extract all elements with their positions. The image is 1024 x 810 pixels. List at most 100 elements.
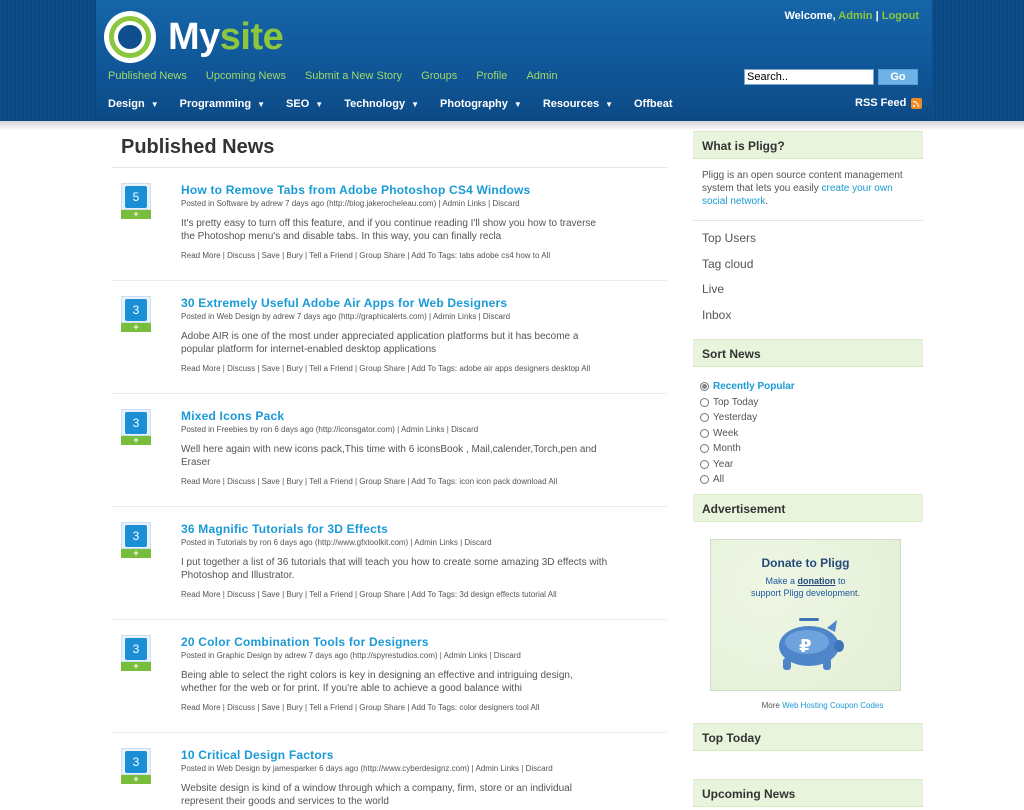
category-seo[interactable]: SEO ▼ (286, 98, 323, 110)
rss-feed-link[interactable]: RSS Feed (855, 97, 923, 109)
radio-icon (700, 397, 709, 407)
story-description: Adobe AIR is one of the most under appre… (181, 331, 579, 355)
ad-more-line: More Web Hosting Coupon Codes (761, 700, 884, 710)
story-description: Being able to select the right colors is… (181, 670, 573, 694)
story-description: I put together a list of 36 tutorials th… (181, 557, 608, 581)
vote-count: 5 (125, 185, 147, 208)
chevron-down-icon: ▼ (315, 99, 324, 109)
welcome-bar: Welcome, Admin | Logout (784, 10, 919, 22)
chevron-down-icon: ▼ (605, 99, 613, 109)
chevron-down-icon: ▼ (257, 99, 266, 109)
vote-button[interactable]: + (121, 775, 151, 784)
radio-icon (700, 475, 709, 485)
logout-link[interactable]: Logout (882, 10, 919, 22)
donate-heading: Donate to Pligg (761, 555, 850, 570)
story-meta: Posted in Web Design by adrew 7 days ago… (181, 312, 511, 321)
main-content: Published News 5 + How to Remove Tabs fr… (112, 128, 667, 810)
nav-submit-story[interactable]: Submit a New Story (305, 70, 402, 82)
category-nav: Design ▼ Programming ▼ SEO ▼ Technology ▼ Ph… (108, 98, 694, 110)
donation-link[interactable]: donation (798, 576, 836, 586)
vote-count: 3 (125, 637, 147, 660)
story-meta: Posted in Freebies by ron 6 days ago (ht… (181, 425, 479, 434)
story-title-link[interactable]: 30 Extremely Useful Adobe Air Apps for W… (181, 296, 661, 310)
sidebar: What is Pligg? Pligg is an open source c… (693, 131, 923, 807)
sidebar-link-inbox[interactable]: Inbox (702, 308, 914, 334)
vote-button[interactable]: + (121, 549, 151, 558)
sort-option-recently-popular[interactable]: Recently Popular (700, 379, 916, 395)
story-meta: Posted in Software by adrew 7 days ago (… (181, 199, 520, 208)
category-photography[interactable]: Photography ▼ (440, 98, 522, 110)
web-hosting-coupon-link[interactable]: Web Hosting Coupon Codes (782, 701, 883, 710)
search-input[interactable] (744, 69, 874, 85)
story-title-link[interactable]: 10 Critical Design Factors (181, 748, 661, 762)
sort-option-all[interactable]: All (700, 472, 916, 488)
chevron-down-icon: ▼ (150, 99, 159, 109)
sort-option-week[interactable]: Week (700, 426, 916, 442)
story-actions[interactable]: Read More | Discuss | Save | Bury | Tell… (181, 363, 661, 375)
vote-button[interactable]: + (121, 323, 151, 332)
story-meta: Posted in Tutorials by ron 6 days ago (h… (181, 538, 492, 547)
sort-option-year[interactable]: Year (700, 457, 916, 473)
story-description: Website design is kind of a window throu… (181, 783, 572, 807)
nav-published-news[interactable]: Published News (108, 70, 187, 82)
radio-icon (700, 428, 709, 438)
story-title-link[interactable]: 36 Magnific Tutorials for 3D Effects (181, 522, 661, 536)
sidebar-link-top-users[interactable]: Top Users (702, 231, 914, 257)
story-meta: Posted in Graphic Design by adrew 7 days… (181, 651, 521, 660)
story-title-link[interactable]: How to Remove Tabs from Adobe Photoshop … (181, 183, 661, 197)
story-actions[interactable]: Read More | Discuss | Save | Bury | Tell… (181, 250, 661, 262)
story-title-link[interactable]: Mixed Icons Pack (181, 409, 661, 423)
story-actions[interactable]: Read More | Discuss | Save | Bury | Tell… (181, 589, 661, 601)
site-logo-icon[interactable] (104, 11, 156, 63)
svg-text:₽: ₽ (799, 636, 812, 657)
vote-box: 3 + (121, 409, 151, 445)
sort-options: Recently Popular Top Today Yesterday Wee… (693, 367, 923, 494)
radio-icon (700, 444, 709, 454)
vote-count: 3 (125, 750, 147, 773)
top-today-heading: Top Today (693, 722, 923, 751)
nav-profile[interactable]: Profile (476, 70, 507, 82)
sort-option-top-today[interactable]: Top Today (700, 395, 916, 411)
category-resources[interactable]: Resources ▼ (543, 98, 613, 110)
story-item: 3 + 36 Magnific Tutorials for 3D Effects… (112, 507, 667, 620)
story-actions[interactable]: Read More | Discuss | Save | Bury | Tell… (181, 476, 661, 488)
sort-option-yesterday[interactable]: Yesterday (700, 410, 916, 426)
story-item: 3 + Mixed Icons Pack Posted in Freebies … (112, 394, 667, 507)
sidebar-link-tag-cloud[interactable]: Tag cloud (702, 257, 914, 283)
what-is-pligg-text: Pligg is an open source content manageme… (702, 170, 903, 207)
upcoming-news-heading: Upcoming News (693, 778, 923, 807)
donate-text: Make a donation to support Pligg develop… (750, 575, 861, 598)
vote-button[interactable]: + (121, 436, 151, 445)
sidebar-link-live[interactable]: Live (702, 282, 914, 308)
story-title-link[interactable]: 20 Color Combination Tools for Designers (181, 635, 661, 649)
nav-groups[interactable]: Groups (421, 70, 457, 82)
story-item: 5 + How to Remove Tabs from Adobe Photos… (112, 168, 667, 281)
radio-icon (700, 413, 709, 423)
category-technology[interactable]: Technology ▼ (344, 98, 419, 110)
site-name[interactable]: Mysite (168, 14, 284, 60)
radio-icon (700, 459, 709, 469)
advertisement-heading: Advertisement (693, 493, 923, 522)
sidebar-links: Top Users Tag cloud Live Inbox (693, 221, 923, 339)
search-go-button[interactable]: Go (878, 69, 918, 85)
rss-icon (911, 97, 923, 109)
story-item: 3 + 30 Extremely Useful Adobe Air Apps f… (112, 281, 667, 394)
nav-admin[interactable]: Admin (526, 70, 557, 82)
nav-upcoming-news[interactable]: Upcoming News (206, 70, 286, 82)
page-title: Published News (112, 128, 667, 168)
donate-banner[interactable]: Donate to Pligg Make a donation to suppo… (710, 538, 901, 691)
story-actions[interactable]: Read More | Discuss | Save | Bury | Tell… (181, 702, 661, 714)
sort-option-month[interactable]: Month (700, 441, 916, 457)
vote-count: 3 (125, 298, 147, 321)
chevron-down-icon: ▼ (411, 99, 420, 109)
vote-button[interactable]: + (121, 662, 151, 671)
category-design[interactable]: Design ▼ (108, 98, 159, 110)
story-description: Well here again with new icons pack,This… (181, 444, 597, 468)
piggy-bank-icon: ₽ (779, 617, 844, 670)
vote-button[interactable]: + (121, 210, 151, 219)
user-link[interactable]: Admin (838, 10, 872, 22)
category-programming[interactable]: Programming ▼ (180, 98, 265, 110)
chevron-down-icon: ▼ (513, 99, 522, 109)
category-offbeat[interactable]: Offbeat (634, 98, 673, 110)
story-description: It's pretty easy to turn off this featur… (181, 218, 596, 242)
